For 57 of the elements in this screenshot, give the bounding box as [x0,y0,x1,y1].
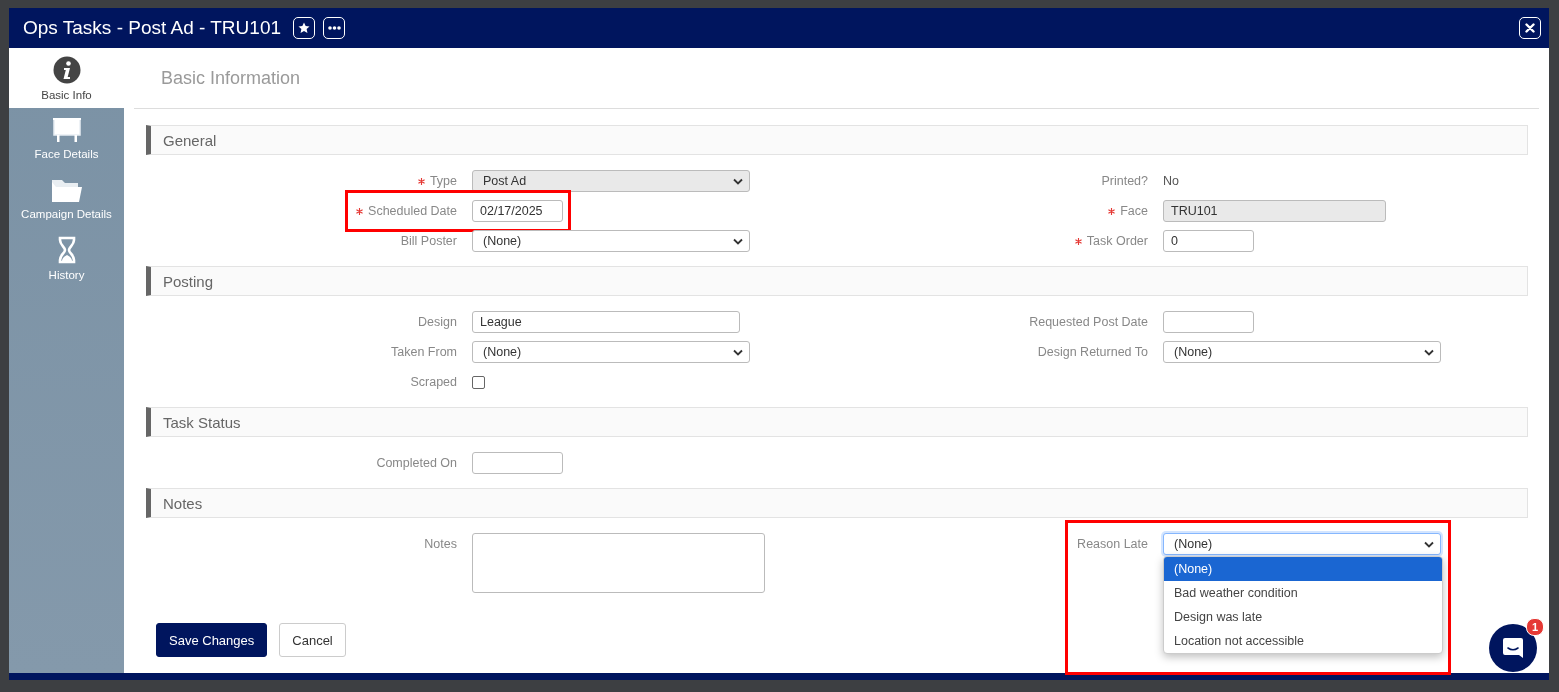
input-field[interactable]: TRU101 [1163,200,1386,222]
field-label: Bill Poster [400,233,457,250]
field-label: Scraped [410,374,457,391]
select-field[interactable]: (None) [472,230,750,252]
caret-icon [1424,348,1434,356]
dropdown-option[interactable]: Bad weather condition [1164,581,1442,605]
select-field[interactable]: (None) [472,341,750,363]
info-icon [52,55,81,84]
cancel-button[interactable]: Cancel [279,623,346,657]
chat-icon [1502,637,1524,659]
notes-field[interactable] [472,533,765,593]
field-label: Face [1120,203,1148,220]
close-button[interactable] [1519,17,1541,39]
dropdown-option[interactable]: Location not accessible [1164,629,1442,653]
section-header: Task Status [146,407,1528,437]
chat-button[interactable] [1489,624,1537,672]
select-field[interactable]: (None) [1163,341,1441,363]
section-header: General [146,125,1528,155]
date-field[interactable]: 0 [1163,230,1254,252]
favorite-button[interactable] [293,17,315,39]
window-title: Ops Tasks - Post Ad - TRU101 [23,17,281,39]
caret-icon [1424,540,1434,548]
field-value: No [1163,173,1179,190]
star-icon [298,22,310,34]
field-label: Completed On [376,455,457,472]
field-label: Design Returned To [1037,344,1148,361]
section-header: Posting [146,266,1528,296]
sidebar-item[interactable]: Basic Info [9,48,124,108]
field-label: Notes [424,536,457,553]
field-label: Task Order [1086,233,1148,250]
field-label: Design [418,314,457,331]
field-label: Type [429,173,457,190]
caret-icon [733,348,743,356]
save-button[interactable]: Save Changes [156,623,268,657]
field-label: Reason Late [1077,536,1148,553]
close-icon [1525,23,1535,33]
checkbox[interactable] [472,375,485,389]
section-header: Notes [146,488,1528,518]
select-field[interactable]: (None) [1163,533,1441,555]
more-button[interactable] [323,17,345,39]
date-field[interactable] [1163,311,1254,333]
notification-badge: 1 [1526,618,1544,636]
date-field[interactable] [472,452,563,474]
billboard-icon [51,116,82,143]
field-label: Scheduled Date [368,203,457,220]
date-field[interactable]: 02/17/2025 [472,200,563,222]
page-title: Basic Information [134,48,1539,109]
dropdown-option[interactable]: (None) [1164,557,1442,581]
hourglass-icon [56,235,77,264]
caret-icon [733,237,743,245]
field-label: Taken From [391,344,457,361]
field-label: Requested Post Date [1029,314,1148,331]
dropdown-option[interactable]: Design was late [1164,605,1442,629]
field-label: Printed? [1101,173,1148,190]
caret-icon [733,177,743,185]
ellipsis-icon [327,26,341,30]
input-field[interactable]: League [472,311,740,333]
